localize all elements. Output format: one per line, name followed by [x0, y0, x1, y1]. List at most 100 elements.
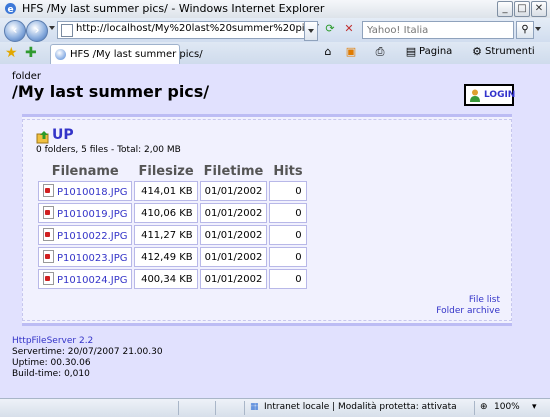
intranet-zone-icon: ▦ [250, 402, 259, 412]
folder-summary: 0 folders, 5 files - Total: 2,00 MB [36, 145, 181, 155]
table-row: P1010023.JPG 412,49 KB 01/01/2002 0 [38, 247, 307, 267]
page-menu[interactable]: Pagina [419, 46, 452, 57]
minimize-button[interactable]: _ [497, 1, 513, 17]
file-name-cell: P1010024.JPG [38, 269, 133, 289]
file-list-link[interactable]: File list [469, 295, 500, 305]
print-icon[interactable]: ⎙ [374, 46, 386, 58]
status-divider [474, 401, 475, 415]
refresh-icon[interactable]: ⟳ [322, 21, 338, 37]
tab-command-bar: ★ ✚ HFS /My last summer pics/ ⌂ ▣ ⎙ ▤ Pa… [0, 42, 550, 65]
search-icon[interactable]: ⚲ [516, 21, 534, 39]
ie-logo-icon: e [5, 3, 16, 15]
file-hits-cell: 0 [269, 181, 307, 201]
stop-icon[interactable]: ✕ [341, 21, 357, 37]
page-content: folder /My last summer pics/ LOGIN UP 0 … [0, 64, 550, 398]
file-link[interactable]: P1010023.JPG [57, 253, 127, 264]
file-time-cell: 01/01/2002 [199, 181, 268, 201]
status-bar: ▦ Intranet locale | Modalità protetta: a… [0, 398, 550, 417]
search-box[interactable] [362, 21, 514, 39]
tools-menu[interactable]: Strumenti [485, 46, 535, 57]
zoom-dropdown-icon[interactable]: ▾ [532, 402, 537, 412]
search-input[interactable] [363, 22, 511, 38]
login-button[interactable]: LOGIN [464, 84, 516, 106]
jpg-file-icon [43, 184, 54, 197]
table-row: P1010019.JPG 410,06 KB 01/01/2002 0 [38, 203, 307, 223]
column-filesize[interactable]: Filesize [134, 163, 197, 179]
home-icon[interactable]: ⌂ [322, 46, 334, 58]
user-icon [470, 89, 480, 102]
folder-up-icon[interactable] [36, 130, 50, 144]
address-dropdown-button[interactable] [304, 21, 318, 41]
file-list-panel: UP 0 folders, 5 files - Total: 2,00 MB F… [22, 114, 512, 326]
file-hits-cell: 0 [269, 225, 307, 245]
server-name-link[interactable]: HttpFileServer 2.2 [12, 336, 93, 346]
file-link[interactable]: P1010024.JPG [57, 275, 127, 286]
file-link[interactable]: P1010018.JPG [57, 187, 127, 198]
security-zone-text[interactable]: Intranet locale | Modalità protetta: att… [264, 402, 457, 412]
forward-arrow-icon[interactable]: › [26, 20, 48, 42]
page-icon [61, 24, 73, 37]
tab-label: HFS /My last summer pics/ [70, 49, 203, 60]
folder-title: /My last summer pics/ [12, 82, 210, 101]
address-url[interactable]: http://localhost/My%20last%20summer%20pi… [76, 23, 319, 34]
file-link[interactable]: P1010022.JPG [57, 231, 127, 242]
search-options-dropdown-icon[interactable] [535, 27, 541, 31]
jpg-file-icon [43, 228, 54, 241]
add-favorite-icon[interactable]: ✚ [25, 45, 37, 61]
address-toolbar: ‹ › http://localhost/My%20last%20summer%… [0, 18, 550, 42]
table-row: P1010024.JPG 400,34 KB 01/01/2002 0 [38, 269, 307, 289]
file-time-cell: 01/01/2002 [199, 247, 268, 267]
jpg-file-icon [43, 250, 54, 263]
file-time-cell: 01/01/2002 [199, 203, 268, 223]
file-link[interactable]: P1010019.JPG [57, 209, 127, 220]
column-hits[interactable]: Hits [269, 163, 306, 179]
file-name-cell: P1010023.JPG [38, 247, 133, 267]
file-name-cell: P1010019.JPG [38, 203, 133, 223]
tab-ie-icon [55, 49, 66, 60]
status-divider [244, 401, 245, 415]
file-size-cell: 400,34 KB [134, 269, 198, 289]
file-hits-cell: 0 [269, 247, 307, 267]
status-divider [178, 401, 179, 415]
table-row: P1010018.JPG 414,01 KB 01/01/2002 0 [38, 181, 307, 201]
up-link[interactable]: UP [52, 127, 74, 143]
back-arrow-icon[interactable]: ‹ [4, 20, 26, 42]
zoom-icon[interactable]: ⊕ [480, 402, 488, 412]
file-size-cell: 412,49 KB [134, 247, 198, 267]
file-hits-cell: 0 [269, 203, 307, 223]
address-bar[interactable]: http://localhost/My%20last%20summer%20pi… [57, 21, 319, 39]
zoom-level[interactable]: 100% [494, 402, 520, 412]
history-dropdown-icon[interactable] [49, 26, 55, 30]
tools-gear-icon[interactable]: ⚙ [471, 46, 483, 58]
file-time-cell: 01/01/2002 [199, 269, 268, 289]
column-filename[interactable]: Filename [38, 163, 132, 179]
page-menu-icon[interactable]: ▤ [405, 46, 417, 58]
column-filetime[interactable]: Filetime [200, 163, 268, 179]
file-name-cell: P1010022.JPG [38, 225, 133, 245]
file-table: Filename Filesize Filetime Hits P1010018… [36, 161, 309, 291]
file-time-cell: 01/01/2002 [199, 225, 268, 245]
file-hits-cell: 0 [269, 269, 307, 289]
window-title: HFS /My last summer pics/ - Windows Inte… [22, 2, 325, 15]
feeds-icon[interactable]: ▣ [345, 46, 357, 58]
build-time: Build-time: 0,010 [12, 369, 90, 379]
maximize-button[interactable]: □ [514, 1, 530, 17]
file-size-cell: 411,27 KB [134, 225, 198, 245]
favorites-star-icon[interactable]: ★ [5, 45, 18, 61]
file-size-cell: 410,06 KB [134, 203, 198, 223]
jpg-file-icon [43, 272, 54, 285]
window-title-bar: e HFS /My last summer pics/ - Windows In… [0, 0, 550, 19]
jpg-file-icon [43, 206, 54, 219]
close-button[interactable]: ✕ [531, 1, 547, 17]
folder-label: folder [12, 71, 42, 82]
tab-hfs-folder[interactable]: HFS /My last summer pics/ [50, 44, 203, 65]
uptime: Uptime: 00.30.06 [12, 358, 91, 368]
file-size-cell: 414,01 KB [134, 181, 198, 201]
table-row: P1010022.JPG 411,27 KB 01/01/2002 0 [38, 225, 307, 245]
svg-text:e: e [7, 5, 13, 15]
login-label: LOGIN [484, 90, 516, 100]
folder-archive-link[interactable]: Folder archive [436, 306, 500, 316]
server-time: Servertime: 20/07/2007 21.00.30 [12, 347, 163, 357]
file-name-cell: P1010018.JPG [38, 181, 133, 201]
status-divider [215, 401, 216, 415]
